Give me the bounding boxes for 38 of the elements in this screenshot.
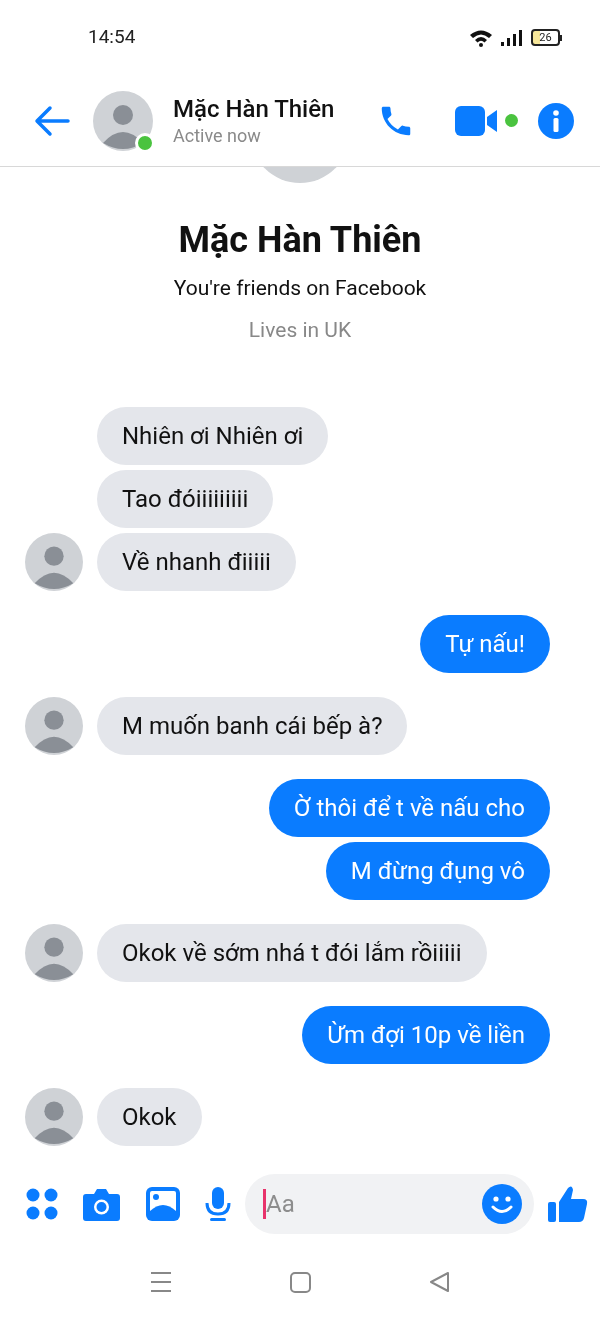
sender-avatar xyxy=(25,924,83,982)
sender-avatar xyxy=(25,1088,83,1146)
message-bubble: Về nhanh điiiii xyxy=(97,533,296,591)
info-icon[interactable] xyxy=(538,102,574,139)
message-bubble: Ừm đợi 10p về liền xyxy=(302,1006,550,1064)
friends-note: You're friends on Facebook xyxy=(173,275,427,302)
sender-avatar xyxy=(25,533,83,591)
back-icon[interactable] xyxy=(429,1271,450,1293)
message-field[interactable]: Aa xyxy=(245,1174,534,1234)
message-bubble: M đừng đụng vô xyxy=(325,842,550,900)
message-bubble: Okok về sớm nhá t đói lắm rồiiiii xyxy=(97,924,487,982)
battery-icon: 26 xyxy=(531,29,562,46)
profile-name: Mặc Hàn Thiên xyxy=(178,218,422,263)
message-bubble: Tao đóiiiiiiiii xyxy=(97,470,274,528)
status-time: 14:54 xyxy=(88,24,136,51)
sender-avatar xyxy=(25,697,83,755)
smiley-icon[interactable] xyxy=(482,1184,522,1224)
menu-icon[interactable] xyxy=(150,1271,172,1293)
message-bubble: Nhiên ơi Nhiên ơi xyxy=(97,407,329,465)
video-camera-icon[interactable] xyxy=(455,105,499,136)
message-bubble: M muốn banh cái bếp à? xyxy=(97,697,408,755)
wifi-icon xyxy=(469,28,493,47)
image-icon[interactable] xyxy=(146,1187,180,1221)
message-bubble: Okok xyxy=(97,1088,202,1146)
message-bubble: Ờ thôi để t về nấu cho xyxy=(269,779,550,837)
text-cursor xyxy=(263,1189,266,1219)
active-status: Active now xyxy=(173,123,262,148)
signal-icon xyxy=(501,29,523,46)
camera-icon[interactable] xyxy=(83,1187,120,1221)
thumbs-up-icon[interactable] xyxy=(548,1184,588,1224)
home-icon[interactable] xyxy=(290,1271,311,1293)
microphone-icon[interactable] xyxy=(205,1187,231,1221)
contact-avatar xyxy=(93,90,153,151)
apps-icon[interactable] xyxy=(25,1187,59,1221)
location-note: Lives in UK xyxy=(248,316,352,344)
message-bubble: Tự nấu! xyxy=(420,615,550,673)
contact-name: Mặc Hàn Thiên xyxy=(173,93,335,124)
back-arrow-icon[interactable] xyxy=(34,104,70,137)
